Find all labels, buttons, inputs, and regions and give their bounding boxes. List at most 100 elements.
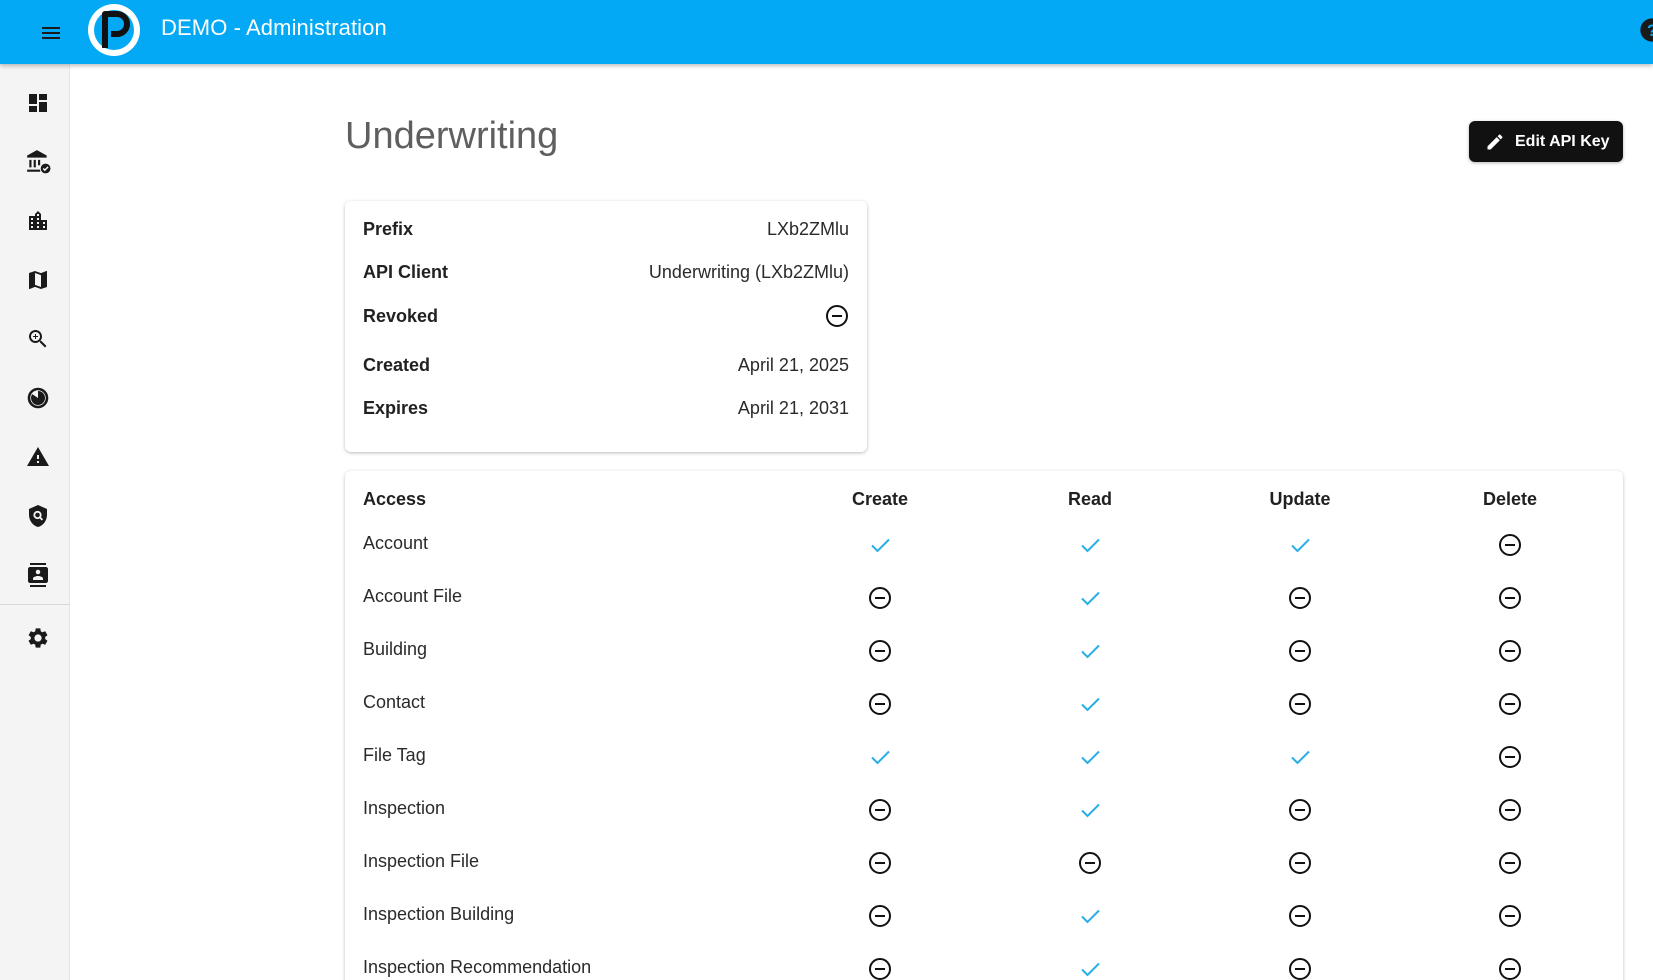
access-row-label: Account File (363, 586, 463, 606)
menu-icon (42, 27, 60, 39)
permission-cell (1077, 797, 1103, 823)
check-icon (871, 750, 890, 765)
minus-circle-icon (1289, 958, 1311, 980)
permission-cell (1287, 532, 1313, 558)
permission-cell (867, 850, 893, 876)
info-row: API Client Underwriting (LXb2ZMlu) (363, 260, 849, 284)
info-row: Revoked (363, 304, 849, 328)
permission-cell (1497, 638, 1523, 664)
svg-text:?: ? (1647, 22, 1653, 40)
access-row-label: Inspection File (363, 851, 480, 871)
sidebar-item-institutions[interactable] (23, 147, 53, 177)
access-row-label: Inspection (363, 798, 446, 818)
gear-icon (28, 628, 48, 648)
edit-api-key-button[interactable]: Edit API Key (1469, 121, 1623, 162)
access-row-label: Inspection Recommendation (363, 957, 592, 977)
permission-cell (1077, 744, 1103, 770)
permission-cell (1287, 956, 1313, 980)
edit-api-key-label: Edit API Key (1515, 132, 1610, 150)
minus-circle-icon (1289, 799, 1311, 821)
permission-cell (1497, 903, 1523, 929)
minus-circle-icon (1499, 905, 1521, 927)
permission-cell (1497, 585, 1523, 611)
minus-circle-icon (1289, 587, 1311, 609)
check-icon (871, 538, 890, 553)
app-logo[interactable] (86, 2, 142, 58)
minus-circle-icon (1289, 693, 1311, 715)
zoom-in-icon (29, 330, 47, 348)
info-label: Prefix (363, 218, 414, 239)
permission-cell (1497, 850, 1523, 876)
permission-cell (1077, 691, 1103, 717)
access-row-label: Account (363, 533, 429, 553)
minus-circle-icon (869, 852, 891, 874)
sidebar-item-security[interactable] (23, 501, 53, 531)
permission-cell (1497, 744, 1523, 770)
check-icon (1291, 750, 1310, 765)
info-value: Underwriting (LXb2ZMlu) (648, 261, 849, 282)
help-icon: ? (1640, 18, 1653, 42)
sidebar-item-dashboard[interactable] (23, 88, 53, 118)
revoked-status (825, 304, 849, 328)
info-value: April 21, 2031 (737, 397, 849, 418)
menu-button[interactable] (36, 18, 66, 48)
minus-circle-icon (1499, 693, 1521, 715)
sidebar-item-alerts[interactable] (23, 442, 53, 472)
sidebar-item-map[interactable] (23, 265, 53, 295)
sidebar-item-settings[interactable] (23, 623, 53, 653)
building-icon (29, 211, 47, 230)
info-value: April 21, 2025 (737, 354, 849, 375)
permission-cell (1497, 797, 1523, 823)
permission-cell (1077, 585, 1103, 611)
minus-circle-icon (1289, 905, 1311, 927)
bank-check-icon (27, 150, 51, 174)
permission-cell (1497, 956, 1523, 980)
column-header-delete: Delete (1482, 489, 1538, 509)
app-title: DEMO - Administration (161, 15, 387, 40)
permission-cell (867, 532, 893, 558)
sidebar-item-reports[interactable] (23, 383, 53, 413)
warning-icon (27, 447, 49, 466)
permission-cell (867, 744, 893, 770)
minus-circle-icon (1079, 852, 1101, 874)
check-icon (1291, 538, 1310, 553)
check-icon (1081, 538, 1100, 553)
info-row: Created April 21, 2025 (363, 353, 849, 377)
access-row-label: Building (363, 639, 428, 659)
sidebar-item-search[interactable] (23, 324, 53, 354)
permission-cell (1287, 744, 1313, 770)
sidebar (0, 64, 70, 980)
access-row-label: Contact (363, 692, 426, 712)
check-icon (1081, 803, 1100, 818)
sidebar-item-buildings[interactable] (23, 206, 53, 236)
permission-cell (867, 903, 893, 929)
app-bar: DEMO - Administration ? (0, 0, 1653, 64)
minus-circle-icon (1289, 852, 1311, 874)
info-label: Expires (363, 397, 429, 418)
map-icon (29, 271, 47, 289)
minus-circle-icon (869, 587, 891, 609)
contacts-icon (28, 563, 48, 587)
check-icon (1081, 750, 1100, 765)
pie-chart-icon (27, 387, 49, 409)
minus-circle-icon (869, 640, 891, 662)
permission-cell (1077, 903, 1103, 929)
permission-cell (1287, 850, 1313, 876)
permission-cell (1287, 585, 1313, 611)
permission-cell (867, 956, 893, 980)
permission-cell (1287, 691, 1313, 717)
minus-circle-icon (869, 905, 891, 927)
minus-circle-icon (826, 305, 848, 327)
permission-cell (1287, 903, 1313, 929)
sidebar-item-contacts[interactable] (23, 560, 53, 590)
minus-circle-icon (1289, 640, 1311, 662)
permission-cell (867, 691, 893, 717)
help-button[interactable]: ? (1638, 16, 1653, 44)
permission-cell (1287, 638, 1313, 664)
access-row-label: Inspection Building (363, 904, 515, 924)
minus-circle-icon (1499, 746, 1521, 768)
minus-circle-icon (1499, 534, 1521, 556)
column-header-create: Create (851, 489, 909, 509)
column-header-update: Update (1269, 489, 1331, 509)
minus-circle-icon (1499, 587, 1521, 609)
